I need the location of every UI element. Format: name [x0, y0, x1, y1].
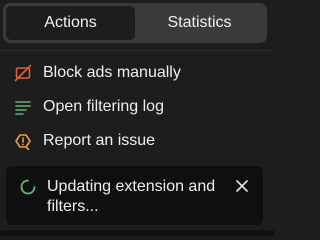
- menu-item-label: Report an issue: [43, 132, 156, 149]
- menu-item-report-an-issue[interactable]: Report an issue: [0, 124, 274, 158]
- menu-item-open-filtering-log[interactable]: Open filtering log: [0, 90, 274, 124]
- update-notification: Updating extension and filters...: [6, 166, 263, 225]
- tab-actions[interactable]: Actions: [6, 6, 135, 40]
- report-issue-icon: [14, 132, 32, 150]
- tab-bar: Actions Statistics: [3, 3, 267, 43]
- loading-spinner-icon: [20, 179, 36, 195]
- actions-menu: Block ads manually Open filtering log Re…: [0, 56, 274, 158]
- tab-statistics[interactable]: Statistics: [135, 6, 264, 40]
- menu-item-label: Block ads manually: [43, 64, 181, 81]
- block-ads-icon: [14, 64, 32, 82]
- close-icon[interactable]: [235, 179, 249, 193]
- divider: [0, 50, 274, 51]
- menu-item-block-ads-manually[interactable]: Block ads manually: [0, 56, 274, 90]
- menu-item-label: Open filtering log: [43, 98, 164, 115]
- filtering-log-icon: [14, 98, 32, 116]
- notification-message: Updating extension and filters...: [47, 178, 216, 215]
- bottom-bar: [0, 230, 274, 236]
